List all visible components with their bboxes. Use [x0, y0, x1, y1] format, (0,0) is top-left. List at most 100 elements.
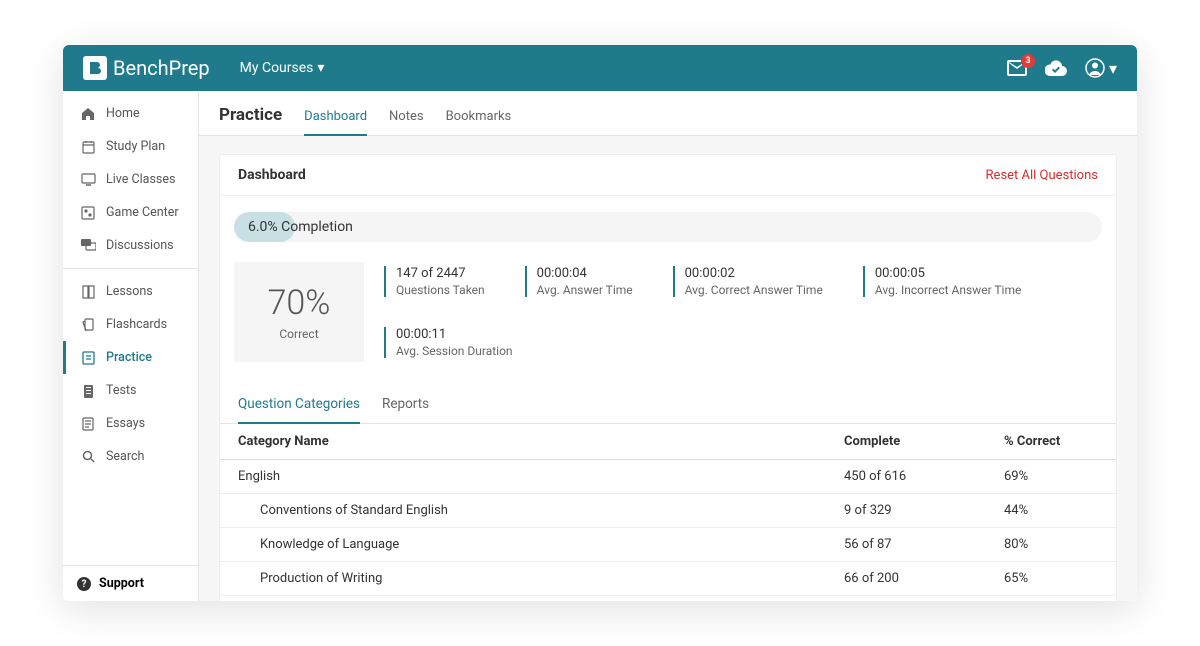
table-row[interactable]: Conventions of Standard English9 of 3294… [220, 494, 1116, 528]
stat-questions-taken: 147 of 2447 Questions Taken [384, 266, 485, 297]
table-header: % Correct [986, 424, 1116, 460]
category-name: English [220, 460, 826, 494]
completion-progress-bar: 6.0% Completion [234, 212, 1102, 242]
user-menu[interactable]: ▾ [1085, 58, 1117, 78]
help-icon: ? [77, 577, 91, 591]
brand-name: BenchPrep [113, 56, 210, 80]
sidebar-item-lessons[interactable]: Lessons [63, 275, 198, 308]
stat-avg-answer-time: 00:00:04 Avg. Answer Time [525, 266, 633, 297]
tab-notes[interactable]: Notes [389, 103, 424, 135]
panel-header: Dashboard Reset All Questions [220, 155, 1116, 196]
cloud-sync-button[interactable] [1045, 60, 1067, 76]
sidebar: Home Study Plan Live Classes Game Center Dis… [63, 91, 199, 601]
caret-down-icon: ▾ [317, 60, 324, 76]
tests-icon [80, 384, 96, 398]
table-header-row: Category NameComplete% Correct [220, 424, 1116, 460]
stat-label: Avg. Correct Answer Time [685, 283, 823, 297]
stat-value: 00:00:11 [396, 327, 513, 342]
sidebar-item-label: Home [106, 106, 140, 121]
category-correct: 61% [986, 596, 1116, 602]
subtabs: Question Categories Reports [220, 386, 1116, 424]
topbar: BenchPrep My Courses ▾ 3 ▾ [63, 45, 1137, 91]
sidebar-item-flashcards[interactable]: Flashcards [63, 308, 198, 341]
sidebar-item-search[interactable]: Search [63, 440, 198, 473]
tab-bookmarks[interactable]: Bookmarks [446, 103, 512, 135]
body-area: Home Study Plan Live Classes Game Center Dis… [63, 91, 1137, 601]
sidebar-item-label: Lessons [106, 284, 153, 299]
topbar-right: 3 ▾ [1007, 58, 1117, 78]
stat-label: Avg. Incorrect Answer Time [875, 283, 1022, 297]
completion-text: 6.0% Completion [248, 212, 353, 242]
content-region: Dashboard Reset All Questions 6.0% Compl… [199, 136, 1137, 601]
sidebar-item-home[interactable]: Home [63, 97, 198, 130]
stat-value: 00:00:04 [537, 266, 633, 281]
svg-text:?: ? [82, 579, 87, 590]
my-courses-label: My Courses [240, 60, 314, 76]
sidebar-item-study-plan[interactable]: Study Plan [63, 130, 198, 163]
sidebar-item-discussions[interactable]: Discussions [63, 229, 198, 262]
caret-down-icon: ▾ [1109, 59, 1117, 78]
sidebar-item-live-classes[interactable]: Live Classes [63, 163, 198, 196]
stat-avg-session-duration: 00:00:11 Avg. Session Duration [384, 327, 513, 358]
search-icon [80, 450, 96, 463]
stats-region: 70% Correct 147 of 2447 Questions Taken 00… [220, 252, 1116, 380]
brand-logo[interactable]: BenchPrep [83, 56, 210, 80]
table-row[interactable]: Knowledge of Language56 of 8780% [220, 528, 1116, 562]
chat-icon [80, 239, 96, 252]
sidebar-item-label: Live Classes [106, 172, 175, 187]
mail-button[interactable]: 3 [1007, 60, 1027, 76]
table-header: Complete [826, 424, 986, 460]
stat-value: 147 of 2447 [396, 266, 485, 281]
correct-percent-stat: 70% Correct [234, 262, 364, 362]
stat-label: Avg. Answer Time [537, 283, 633, 297]
table-row[interactable]: Production of Writing66 of 20065% [220, 562, 1116, 596]
panel-title: Dashboard [238, 167, 306, 183]
category-name: Production of Writing [220, 562, 826, 596]
table-row[interactable]: English450 of 61669% [220, 460, 1116, 494]
calendar-icon [80, 140, 96, 154]
sidebar-item-tests[interactable]: Tests [63, 374, 198, 407]
category-correct: 65% [986, 562, 1116, 596]
main-content: Practice DashboardNotesBookmarks Dashboa… [199, 91, 1137, 601]
category-complete: 9 of 329 [826, 494, 986, 528]
sidebar-group-2: Lessons Flashcards Practice Tests Essays Sear… [63, 268, 198, 479]
sidebar-item-game-center[interactable]: Game Center [63, 196, 198, 229]
categories-table: Category NameComplete% Correct English45… [220, 424, 1116, 601]
stat-label: Avg. Session Duration [396, 344, 513, 358]
screen-icon [80, 173, 96, 186]
sidebar-item-label: Game Center [106, 205, 179, 220]
category-complete: 66 of 200 [826, 562, 986, 596]
sidebar-item-label: Practice [106, 350, 152, 365]
stat-label: Questions Taken [396, 283, 485, 297]
dashboard-panel: Dashboard Reset All Questions 6.0% Compl… [219, 154, 1117, 601]
reset-all-questions-link[interactable]: Reset All Questions [986, 168, 1098, 183]
page-header: Practice DashboardNotesBookmarks [199, 91, 1137, 136]
home-icon [80, 107, 96, 121]
category-name: Knowledge of Language [220, 528, 826, 562]
sidebar-item-practice[interactable]: Practice [63, 341, 198, 374]
subtab-reports[interactable]: Reports [382, 386, 429, 423]
my-courses-dropdown[interactable]: My Courses ▾ [240, 60, 325, 76]
essays-icon [80, 417, 96, 431]
sidebar-item-label: Essays [106, 416, 145, 431]
sidebar-item-label: Study Plan [106, 139, 165, 154]
stat-value: 00:00:02 [685, 266, 823, 281]
category-name: Conventions of Standard English [220, 494, 826, 528]
sidebar-group-1: Home Study Plan Live Classes Game Center Dis… [63, 91, 198, 268]
logo-icon [83, 56, 107, 80]
cards-icon [80, 318, 96, 332]
support-link[interactable]: ? Support [63, 565, 198, 601]
stat-avg-correct-answer-time: 00:00:02 Avg. Correct Answer Time [673, 266, 823, 297]
subtab-question-categories[interactable]: Question Categories [238, 386, 360, 424]
game-icon [80, 206, 96, 220]
table-header: Category Name [220, 424, 826, 460]
sidebar-item-essays[interactable]: Essays [63, 407, 198, 440]
table-row[interactable]: Mathematics500 of 84161% [220, 596, 1116, 602]
tab-dashboard[interactable]: Dashboard [304, 103, 367, 136]
category-complete: 450 of 616 [826, 460, 986, 494]
stat-avg-incorrect-answer-time: 00:00:05 Avg. Incorrect Answer Time [863, 266, 1022, 297]
category-name: Mathematics [220, 596, 826, 602]
table-body: English450 of 61669%Conventions of Stand… [220, 460, 1116, 602]
category-correct: 44% [986, 494, 1116, 528]
stat-value: 00:00:05 [875, 266, 1022, 281]
